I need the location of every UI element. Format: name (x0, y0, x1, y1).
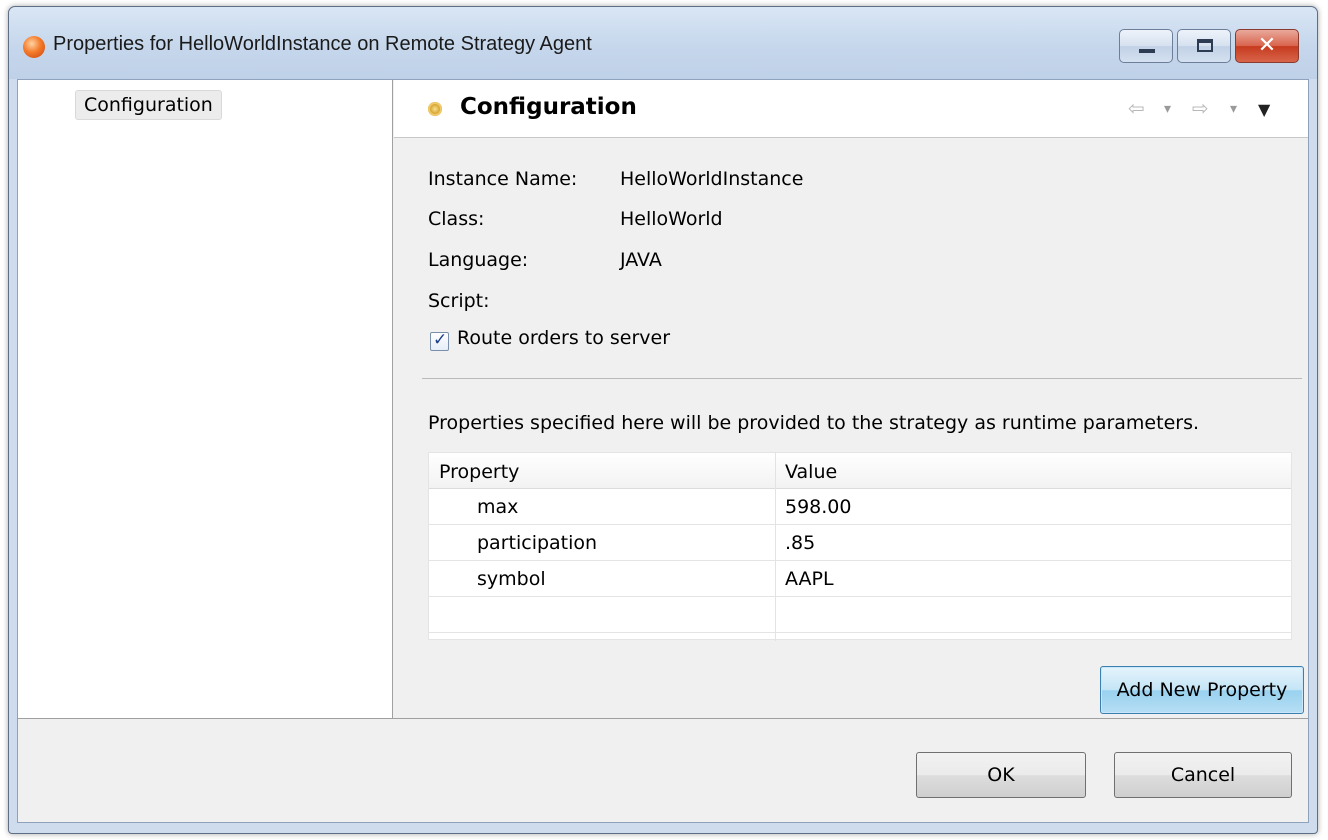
title-bar[interactable]: Properties for HelloWorldInstance on Rem… (9, 7, 1317, 79)
forward-arrow-icon[interactable]: ⇨ (1192, 96, 1209, 120)
view-menu-icon[interactable]: ▼ (1258, 100, 1270, 119)
language-value: JAVA (620, 249, 662, 271)
value-cell[interactable]: .85 (785, 532, 815, 554)
route-orders-checkbox[interactable]: ✓ (430, 330, 449, 351)
table-header: Property Value (429, 453, 1291, 489)
instance-name-value: HelloWorldInstance (620, 168, 804, 190)
maximize-icon (1197, 39, 1213, 52)
minimize-icon (1139, 49, 1155, 53)
table-row[interactable]: symbol AAPL (429, 562, 1291, 597)
property-cell[interactable]: participation (477, 532, 597, 554)
table-row[interactable] (429, 598, 1291, 633)
back-arrow-icon[interactable]: ⇦ (1128, 96, 1145, 120)
close-icon: ✕ (1257, 33, 1277, 58)
table-row[interactable]: max 598.00 (429, 490, 1291, 525)
route-orders-label[interactable]: Route orders to server (457, 327, 670, 349)
table-row[interactable]: participation .85 (429, 526, 1291, 561)
column-header-property[interactable]: Property (439, 461, 519, 483)
properties-dialog: Properties for HelloWorldInstance on Rem… (8, 6, 1318, 834)
tree-item-configuration[interactable]: Configuration (75, 90, 222, 120)
forward-dropdown-icon[interactable]: ▾ (1230, 101, 1237, 117)
footer-divider (18, 718, 1308, 719)
property-cell[interactable]: symbol (477, 568, 546, 590)
property-cell[interactable]: max (477, 496, 518, 518)
language-label: Language: (428, 249, 529, 271)
page-header: Configuration ⇦ ▾ ⇨ ▾ ▼ (394, 80, 1308, 138)
properties-description: Properties specified here will be provid… (428, 412, 1200, 434)
section-divider (422, 378, 1302, 379)
configuration-icon (428, 102, 442, 116)
configuration-page: Configuration ⇦ ▾ ⇨ ▾ ▼ Instance Name: H… (394, 80, 1308, 718)
page-title: Configuration (460, 94, 637, 120)
instance-name-label: Instance Name: (428, 168, 578, 190)
class-label: Class: (428, 208, 485, 230)
close-button[interactable]: ✕ (1235, 29, 1299, 63)
add-new-property-button[interactable]: Add New Property (1100, 666, 1304, 714)
maximize-button[interactable] (1177, 29, 1231, 63)
script-label: Script: (428, 290, 490, 312)
checkmark-icon: ✓ (433, 330, 448, 350)
minimize-button[interactable] (1119, 29, 1173, 63)
ok-button[interactable]: OK (916, 752, 1086, 798)
dialog-client-area: Configuration Configuration ⇦ ▾ ⇨ ▾ ▼ In… (17, 79, 1309, 823)
column-divider (775, 453, 776, 641)
cancel-button[interactable]: Cancel (1114, 752, 1292, 798)
property-page-tree: Configuration (18, 80, 393, 718)
class-value: HelloWorld (620, 208, 723, 230)
back-dropdown-icon[interactable]: ▾ (1164, 101, 1171, 117)
window-title: Properties for HelloWorldInstance on Rem… (53, 33, 592, 55)
value-cell[interactable]: 598.00 (785, 496, 851, 518)
properties-table: Property Value max 598.00 participation … (428, 452, 1292, 641)
column-header-value[interactable]: Value (785, 461, 837, 483)
value-cell[interactable]: AAPL (785, 568, 834, 590)
app-icon (23, 36, 45, 58)
